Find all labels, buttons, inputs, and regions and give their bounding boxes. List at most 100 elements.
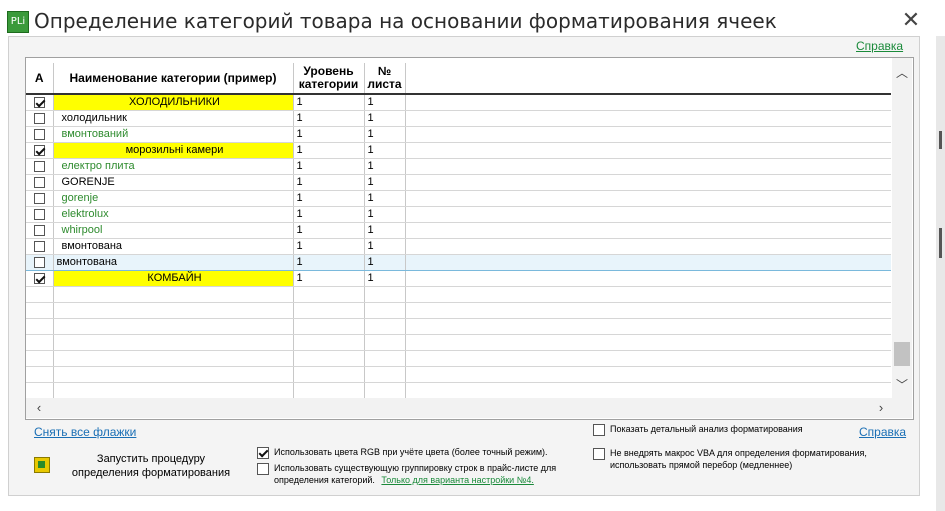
sheet-number-cell[interactable]: 1: [364, 222, 406, 239]
sheet-number-cell[interactable]: 1: [364, 174, 406, 191]
category-level-cell[interactable]: 1: [293, 142, 365, 159]
category-level-cell[interactable]: 1: [293, 126, 365, 143]
row-checkbox[interactable]: [33, 256, 45, 268]
category-name-cell[interactable]: морозильні камери: [53, 142, 294, 159]
clear-all-flags-link[interactable]: Снять все флажки: [34, 425, 136, 439]
option-no-vba[interactable]: Не внедрять макрос VBA для определения ф…: [593, 447, 893, 473]
table-row[interactable]: gorenje 1 1: [26, 190, 891, 207]
category-level-cell[interactable]: 1: [293, 222, 365, 239]
category-name-cell[interactable]: ХОЛОДИЛЬНИКИ: [53, 94, 294, 111]
category-name-cell[interactable]: КОМБАЙН: [53, 270, 294, 287]
sheet-number-cell[interactable]: 1: [364, 158, 406, 175]
category-level-cell[interactable]: 1: [293, 94, 365, 111]
row-checkbox[interactable]: [33, 192, 45, 204]
sheet-number-cell[interactable]: 1: [364, 238, 406, 255]
row-checkbox-cell[interactable]: [26, 190, 54, 207]
row-checkbox-cell[interactable]: [26, 254, 54, 271]
sheet-number-cell[interactable]: 1: [364, 206, 406, 223]
col-header-sheet[interactable]: № листа: [364, 63, 406, 95]
vertical-scrollbar[interactable]: ︿ ﹀: [892, 58, 912, 398]
category-name-cell[interactable]: електро плита: [53, 158, 294, 175]
table-row[interactable]: морозильні камери 1 1: [26, 142, 891, 159]
table-row[interactable]: GORENJE 1 1: [26, 174, 891, 191]
variant4-link[interactable]: Только для варианта настройки №4.: [381, 475, 533, 485]
category-name-cell[interactable]: вмонтована: [53, 254, 294, 271]
scroll-thumb[interactable]: [894, 342, 910, 366]
table-row[interactable]: ХОЛОДИЛЬНИКИ 1 1: [26, 94, 891, 111]
row-checkbox[interactable]: [33, 128, 45, 140]
category-name-cell[interactable]: GORENJE: [53, 174, 294, 191]
category-level-cell[interactable]: 1: [293, 158, 365, 175]
row-checkbox[interactable]: [33, 272, 45, 284]
table-row[interactable]: elektrolux 1 1: [26, 206, 891, 223]
row-checkbox-cell[interactable]: [26, 110, 54, 127]
category-name-cell[interactable]: elektrolux: [53, 206, 294, 223]
category-name-cell[interactable]: whirpool: [53, 222, 294, 239]
use-grouping-checkbox[interactable]: [257, 463, 269, 475]
filler-cell: [405, 142, 891, 159]
table-row[interactable]: вмонтований 1 1: [26, 126, 891, 143]
row-checkbox[interactable]: [33, 96, 45, 108]
row-checkbox-cell[interactable]: [26, 126, 54, 143]
row-checkbox[interactable]: [33, 208, 45, 220]
category-name-cell[interactable]: gorenje: [53, 190, 294, 207]
sheet-number-cell[interactable]: 1: [364, 94, 406, 111]
category-level-cell[interactable]: 1: [293, 206, 365, 223]
use-rgb-checkbox[interactable]: [257, 447, 269, 459]
row-checkbox-cell[interactable]: [26, 270, 54, 287]
detailed-analysis-checkbox[interactable]: [593, 424, 605, 436]
sheet-number-cell[interactable]: 1: [364, 270, 406, 287]
row-checkbox-cell[interactable]: [26, 222, 54, 239]
table-row[interactable]: вмонтована 1 1: [26, 238, 891, 255]
row-checkbox[interactable]: [33, 224, 45, 236]
scroll-left-icon[interactable]: ‹: [30, 398, 48, 418]
table-row[interactable]: електро плита 1 1: [26, 158, 891, 175]
scroll-down-icon[interactable]: ﹀: [892, 376, 912, 394]
app-icon: PLi: [7, 11, 29, 33]
sheet-number-cell[interactable]: 1: [364, 126, 406, 143]
category-level-cell[interactable]: 1: [293, 238, 365, 255]
help-link-top[interactable]: Справка: [856, 39, 903, 53]
option-use-grouping[interactable]: Использовать существующую группировку ст…: [257, 462, 587, 488]
table-row[interactable]: whirpool 1 1: [26, 222, 891, 239]
row-checkbox[interactable]: [33, 240, 45, 252]
category-level-cell[interactable]: 1: [293, 110, 365, 127]
category-level-cell[interactable]: 1: [293, 254, 365, 271]
row-checkbox-cell[interactable]: [26, 94, 54, 111]
sheet-number-cell[interactable]: 1: [364, 190, 406, 207]
horizontal-scrollbar[interactable]: ‹ ›: [26, 398, 892, 418]
table-row[interactable]: холодильник 1 1: [26, 110, 891, 127]
category-level-cell[interactable]: 1: [293, 190, 365, 207]
sheet-number-cell[interactable]: 1: [364, 254, 406, 271]
table-row[interactable]: вмонтована 1 1: [26, 254, 891, 271]
option-detailed-analysis[interactable]: Показать детальный анализ форматирования: [593, 423, 833, 437]
row-checkbox-cell[interactable]: [26, 206, 54, 223]
category-name-cell[interactable]: холодильник: [53, 110, 294, 127]
no-vba-checkbox[interactable]: [593, 448, 605, 460]
row-checkbox-cell[interactable]: [26, 142, 54, 159]
col-header-level[interactable]: Уровень категории: [293, 63, 365, 95]
row-checkbox[interactable]: [33, 176, 45, 188]
close-icon[interactable]: ✕: [897, 8, 925, 34]
row-checkbox-cell[interactable]: [26, 238, 54, 255]
col-header-name[interactable]: Наименование категории (пример): [53, 63, 294, 95]
table-row[interactable]: КОМБАЙН 1 1: [26, 270, 891, 287]
help-link-bottom[interactable]: Справка: [859, 425, 906, 439]
option-use-rgb[interactable]: Использовать цвета RGB при учёте цвета (…: [257, 446, 587, 460]
sheet-number-cell[interactable]: 1: [364, 142, 406, 159]
category-level-cell[interactable]: 1: [293, 174, 365, 191]
run-procedure-button[interactable]: Запустить процедуру определения форматир…: [32, 452, 242, 482]
category-name-cell[interactable]: вмонтований: [53, 126, 294, 143]
row-checkbox-cell[interactable]: [26, 158, 54, 175]
row-checkbox[interactable]: [33, 112, 45, 124]
row-checkbox[interactable]: [33, 160, 45, 172]
category-level-cell[interactable]: 1: [293, 270, 365, 287]
filler-cell: [405, 222, 891, 239]
col-header-a[interactable]: А: [26, 63, 54, 95]
category-name-cell[interactable]: вмонтована: [53, 238, 294, 255]
scroll-right-icon[interactable]: ›: [872, 398, 890, 418]
row-checkbox-cell[interactable]: [26, 174, 54, 191]
scroll-up-icon[interactable]: ︿: [892, 64, 912, 82]
row-checkbox[interactable]: [33, 144, 45, 156]
sheet-number-cell[interactable]: 1: [364, 110, 406, 127]
